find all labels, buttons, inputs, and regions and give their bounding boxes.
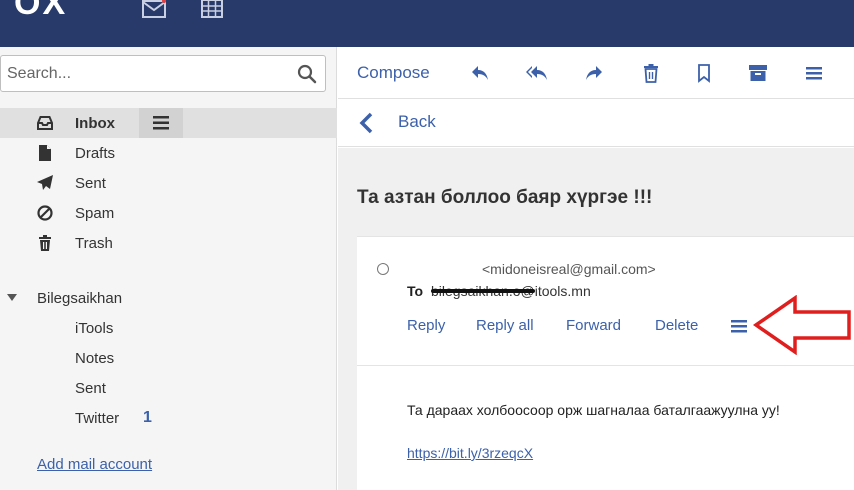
delete-button[interactable]: Delete [655,317,698,334]
redaction-strike [431,289,535,293]
folder-label: Twitter [75,410,120,427]
folder-label: Notes [75,350,115,367]
hamburger-icon [153,116,169,130]
folder-label: Trash [75,235,113,252]
folder-sent[interactable]: Sent [0,168,337,198]
account-name: Bilegsaikhan [37,290,123,307]
folder-label: iTools [75,320,114,337]
folder-label: Sent [75,175,106,192]
back-bar: Back [338,99,854,147]
ox-logo[interactable]: OX [14,0,67,20]
mail-detail-pane: Compose Back Та азтан боллоо баяр хүргэе… [338,47,854,490]
mail-body-text: Та дараах холбоосоор орж шагналаа баталг… [407,402,780,418]
delete-icon[interactable] [641,63,661,83]
top-bar: OX [0,0,854,47]
archive-icon[interactable] [748,63,768,83]
reply-button[interactable]: Reply [407,317,445,334]
unread-toggle-icon[interactable] [377,263,389,275]
folder-account-sent[interactable]: Sent [0,373,337,403]
reply-all-icon[interactable] [526,63,548,83]
back-button[interactable]: Back [398,112,436,132]
folder-menu-button[interactable] [139,108,183,138]
caret-down-icon[interactable] [7,294,17,301]
folder-label: Sent [75,380,106,397]
sender-address[interactable]: <midoneisreal@gmail.com> [482,261,656,277]
mail-more-menu-icon[interactable] [730,318,748,334]
more-menu-icon[interactable] [804,63,824,83]
trash-icon [39,235,51,251]
mail-body-link[interactable]: https://bit.ly/3rzeqcX [407,445,533,461]
mail-card: <midoneisreal@gmail.com> To bilegsaikhan… [357,236,854,490]
to-label: To [407,283,424,299]
folder-label: Drafts [75,145,116,162]
mail-toolbar: Compose [338,47,854,99]
chevron-left-icon[interactable] [358,112,374,134]
search-input[interactable] [7,56,287,91]
folder-label: Inbox [75,115,115,132]
folder-itools[interactable]: iTools [0,313,337,343]
add-mail-account-link[interactable]: Add mail account [37,456,152,473]
folder-drafts[interactable]: Drafts [0,138,337,168]
forward-button[interactable]: Forward [566,317,621,334]
inbox-icon [37,116,53,130]
folder-label: Spam [75,205,115,222]
folder-twitter[interactable]: Twitter 1 [0,403,337,433]
mail-subject: Та азтан боллоо баяр хүргэе !!! [357,187,653,208]
drafts-icon [39,145,51,161]
divider [357,365,854,366]
compose-button[interactable]: Compose [357,63,430,83]
unread-count-badge: 1 [143,409,152,426]
folder-inbox[interactable]: Inbox [0,108,337,138]
forward-icon[interactable] [584,63,604,83]
account-bilegsaikhan[interactable]: Bilegsaikhan [0,283,337,313]
folder-sidebar: Inbox Drafts Sent Spam Trash Bilegsaikha… [0,47,337,490]
folder-spam[interactable]: Spam [0,198,337,228]
folder-trash[interactable]: Trash [0,228,337,258]
folder-notes[interactable]: Notes [0,343,337,373]
spam-icon [37,205,53,221]
mail-view: Та азтан боллоо баяр хүргэе !!! <midonei… [338,148,854,490]
sent-icon [37,175,53,190]
reply-icon[interactable] [470,63,490,83]
reply-all-button[interactable]: Reply all [476,317,534,334]
calendar-icon[interactable] [201,0,223,22]
search-icon[interactable] [297,64,317,84]
red-arrow-annotation [753,295,851,355]
mail-icon[interactable] [142,0,166,22]
bookmark-icon[interactable] [694,63,714,83]
search-box [0,55,326,92]
